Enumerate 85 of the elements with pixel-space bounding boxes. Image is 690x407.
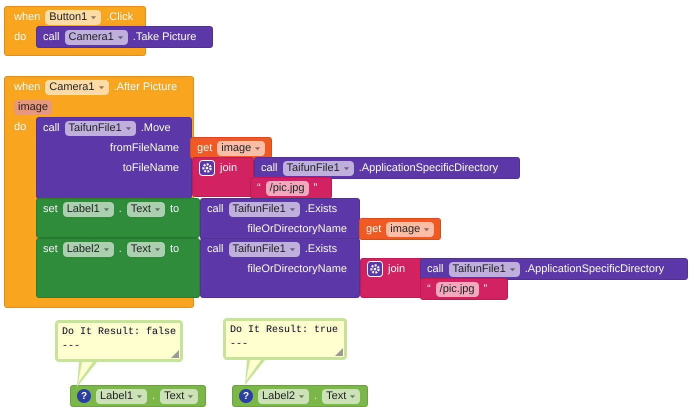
help-button[interactable]: ? — [239, 389, 253, 403]
block-label: “ — [427, 283, 431, 295]
block-label: do — [14, 31, 26, 43]
block-label: do — [14, 121, 26, 133]
dropdown-field[interactable]: Label2 — [62, 242, 114, 256]
dropdown-field[interactable]: TaifunFile1 — [228, 202, 300, 216]
block-label: “ — [257, 182, 261, 194]
dropdown-field[interactable]: TaifunFile1 — [282, 160, 354, 176]
caret-icon[interactable] — [136, 392, 144, 400]
block-label: .Move — [140, 122, 171, 134]
block-label: fileOrDirectoryName — [247, 263, 347, 275]
caret-icon[interactable] — [342, 164, 350, 172]
caret-icon[interactable] — [423, 226, 430, 232]
block-label: join — [388, 263, 406, 275]
dropdown-field[interactable]: Label2 — [258, 388, 310, 404]
block-label: call — [43, 122, 60, 134]
dropdown-field[interactable]: Text — [160, 388, 198, 404]
dropdown-field[interactable]: Camera1 — [45, 80, 109, 94]
block-label: . — [118, 243, 122, 255]
string-value[interactable]: /pic.jpg — [266, 180, 309, 196]
block-label: call — [43, 31, 60, 43]
block-label: when — [14, 11, 40, 23]
block-label: join — [220, 162, 238, 174]
block-label: .Exists — [304, 243, 338, 255]
block-label: get — [366, 223, 382, 235]
dropdown-field[interactable]: Text — [126, 242, 165, 256]
resize-grip-icon[interactable] — [335, 348, 343, 356]
help-button[interactable]: ? — [77, 389, 91, 403]
caret-icon[interactable] — [90, 14, 98, 20]
dropdown-field[interactable]: TaifunFile1 — [448, 262, 520, 276]
caret-icon[interactable] — [98, 84, 105, 90]
dropdown-field[interactable]: Label1 — [96, 388, 148, 404]
caret-icon[interactable] — [349, 392, 356, 400]
dropdown-field[interactable]: Button1 — [45, 10, 102, 24]
block-label: fromFileName — [110, 142, 179, 154]
caret-icon[interactable] — [116, 34, 124, 40]
caret-icon[interactable] — [298, 392, 306, 400]
parameter-label[interactable]: image — [14, 100, 52, 114]
string-value[interactable]: /pic.jpg — [436, 282, 479, 296]
block-label: call — [207, 203, 224, 215]
block-label: to — [170, 203, 180, 215]
gear-icon[interactable] — [199, 160, 215, 176]
block-label: set — [43, 203, 58, 215]
comment-text: Do It Result: false --- — [62, 326, 176, 354]
caret-icon[interactable] — [124, 124, 132, 132]
caret-icon[interactable] — [187, 392, 194, 400]
block-label: fileOrDirectoryName — [247, 223, 347, 235]
block-label: call — [427, 263, 444, 275]
block-label: set — [43, 243, 58, 255]
block-label: . — [314, 390, 318, 402]
block-label: .Take Picture — [132, 31, 196, 43]
caret-icon[interactable] — [154, 246, 161, 252]
block-label: .ApplicationSpecificDirectory — [524, 263, 664, 275]
block-label: when — [14, 81, 40, 93]
dropdown-field[interactable]: TaifunFile1 — [228, 242, 300, 256]
block-label: to — [170, 243, 180, 255]
caret-icon[interactable] — [508, 266, 516, 272]
dropdown-field[interactable]: Label1 — [62, 202, 114, 216]
block-label: . — [118, 203, 122, 215]
caret-icon[interactable] — [254, 144, 262, 152]
dropdown-field[interactable]: Camera1 — [64, 30, 128, 44]
dropdown-field[interactable]: Text — [126, 202, 165, 216]
block-label: call — [207, 243, 224, 255]
dropdown-field[interactable]: Text — [322, 388, 360, 404]
gear-icon[interactable] — [367, 261, 383, 277]
block-label: . — [152, 390, 156, 402]
block-label: .After Picture — [114, 81, 178, 93]
dropdown-field[interactable]: image — [217, 140, 266, 156]
dropdown-field[interactable]: image — [386, 222, 434, 236]
caret-icon[interactable] — [288, 246, 296, 252]
caret-icon[interactable] — [102, 206, 110, 212]
block-label: .ApplicationSpecificDirectory — [358, 162, 498, 174]
resize-grip-icon[interactable] — [171, 350, 179, 358]
block-label: .Click — [106, 11, 134, 23]
block-label: ” — [314, 182, 318, 194]
dropdown-field[interactable]: TaifunFile1 — [64, 120, 136, 136]
caret-icon[interactable] — [102, 246, 110, 252]
caret-icon[interactable] — [154, 206, 161, 212]
block-label: call — [261, 162, 278, 174]
block-label: .Exists — [304, 203, 338, 215]
caret-icon[interactable] — [288, 206, 296, 212]
block-label: get — [197, 142, 212, 154]
block-label: toFileName — [122, 162, 179, 174]
comment-text: Do It Result: true --- — [230, 324, 338, 352]
block-label: ” — [484, 283, 488, 295]
